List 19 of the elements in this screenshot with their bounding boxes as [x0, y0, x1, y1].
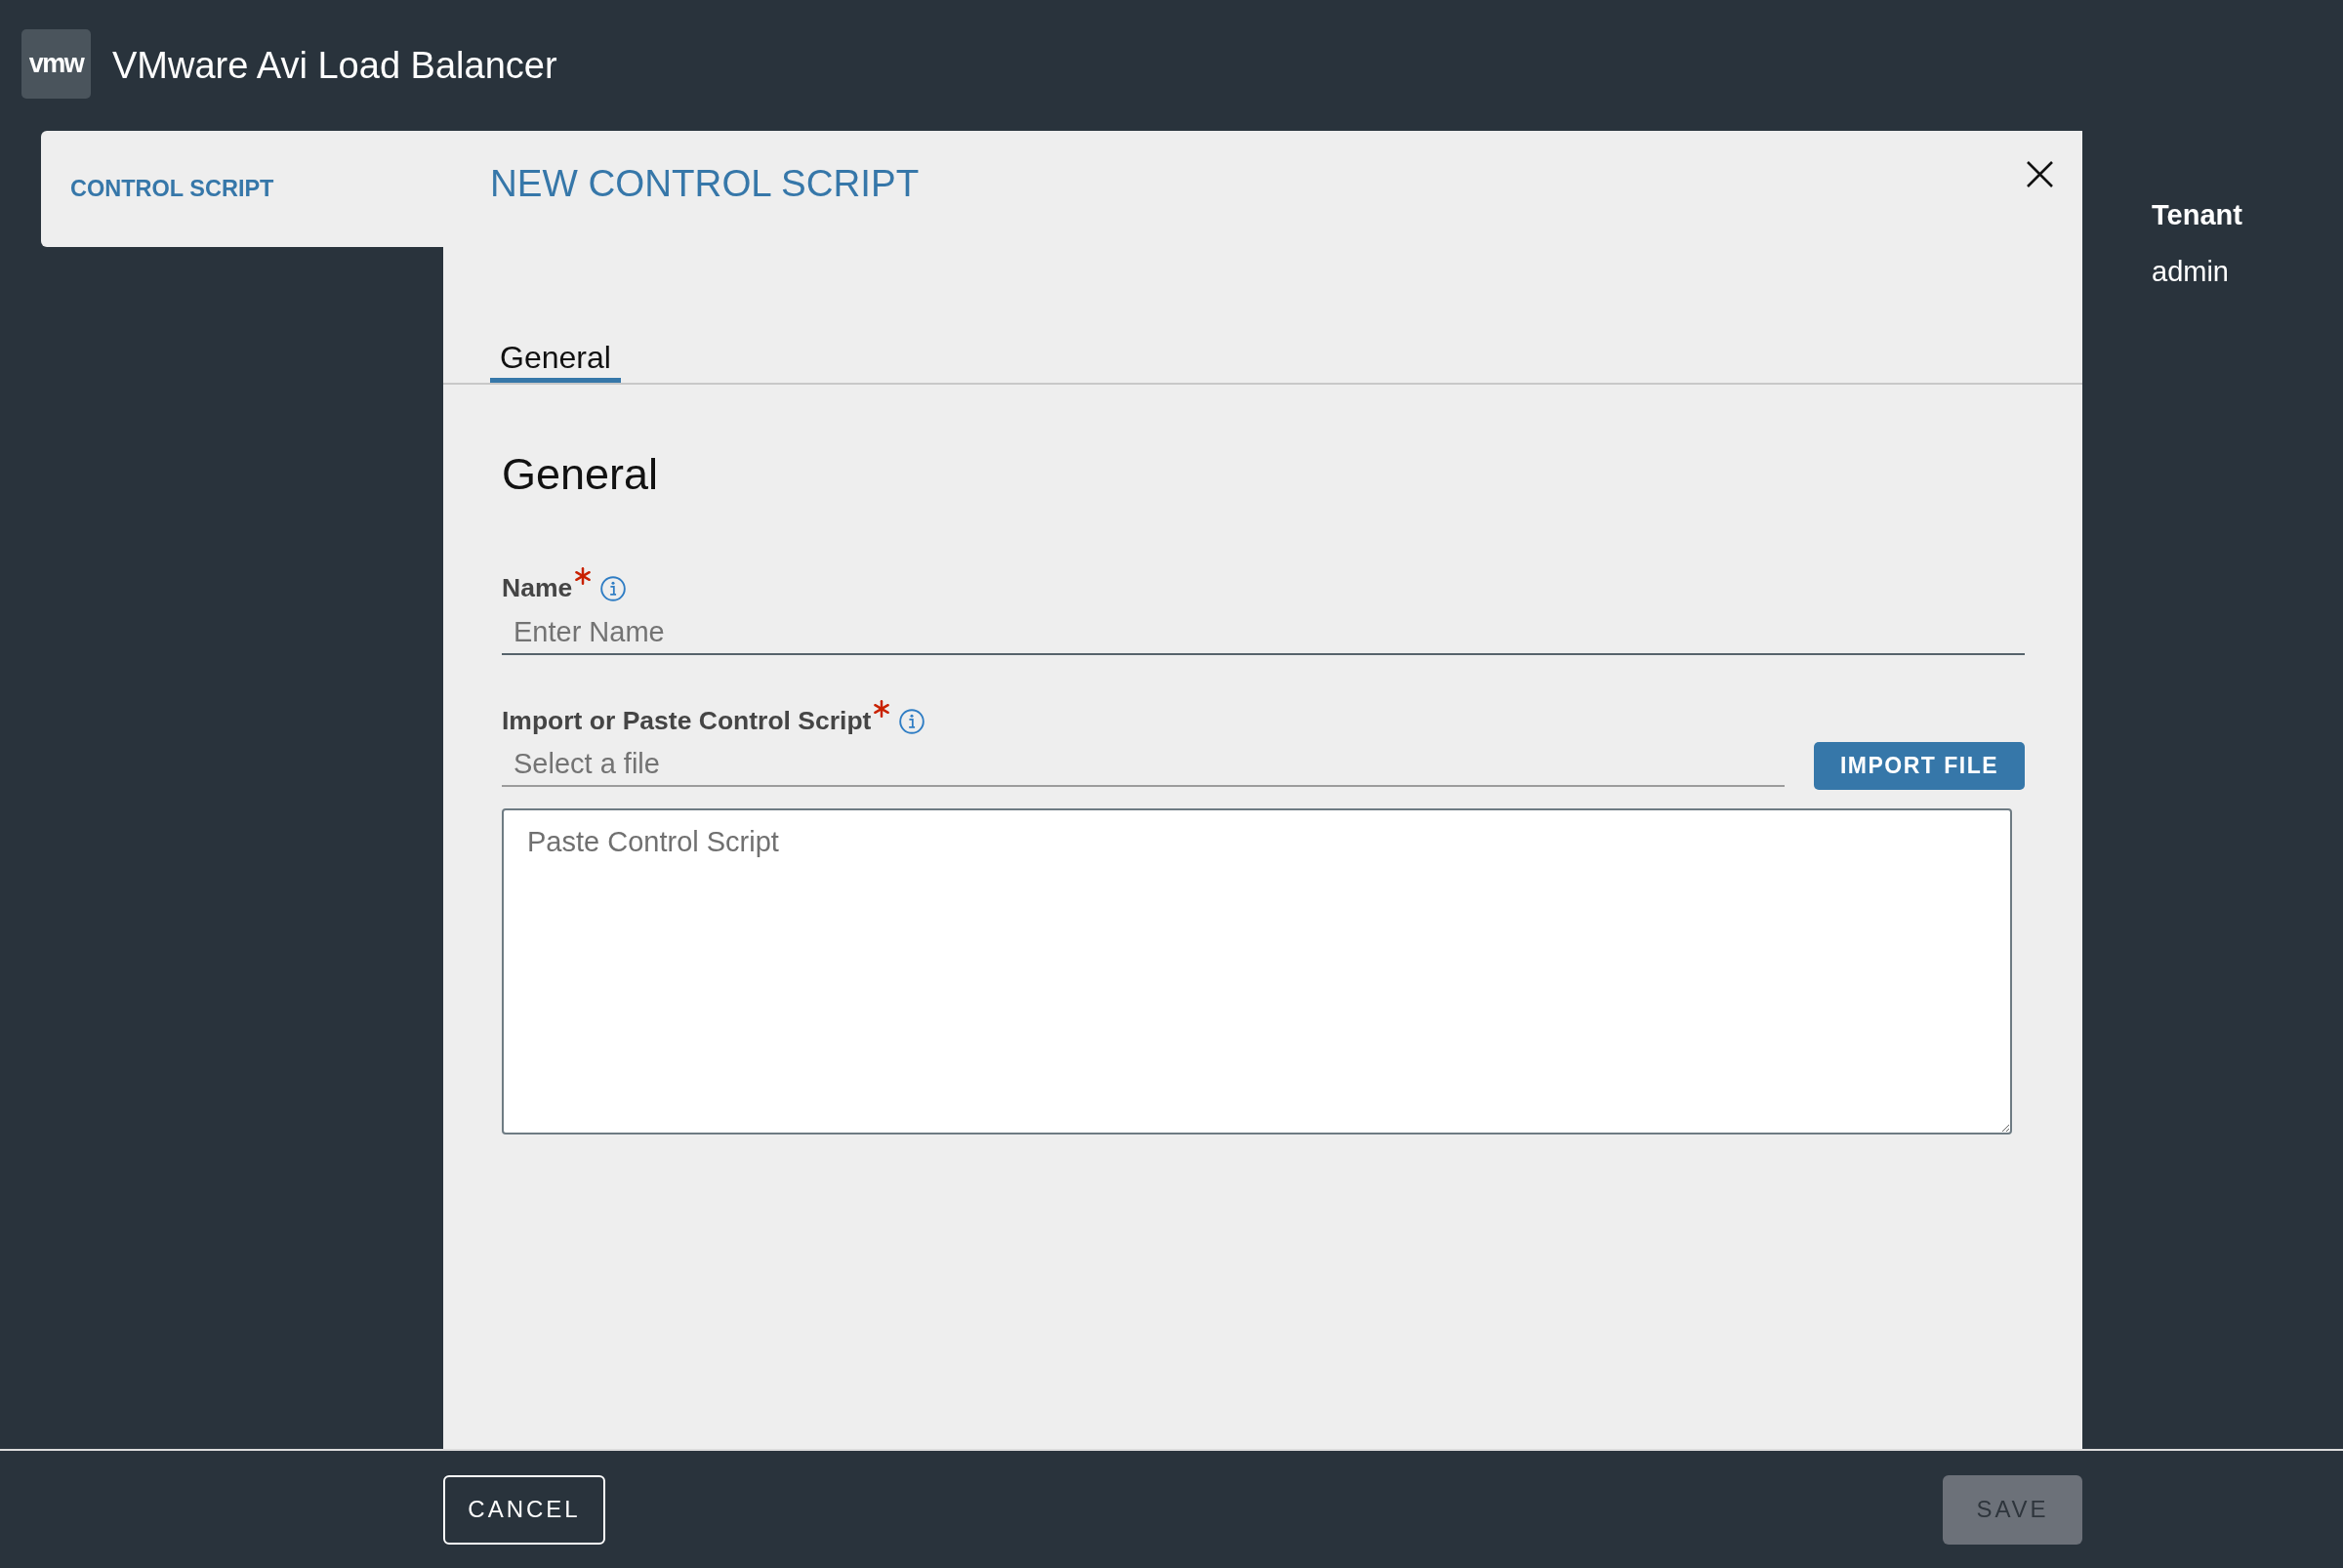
close-button[interactable] — [2027, 161, 2053, 187]
tab[interactable]: General — [490, 341, 621, 383]
info-icon[interactable] — [600, 576, 627, 601]
field-label: Import or Paste Control Script — [502, 706, 872, 735]
tenant-value[interactable]: admin — [2152, 256, 2229, 287]
section-title: General — [502, 449, 659, 500]
info-icon[interactable] — [899, 709, 925, 734]
tenant-label: Tenant — [2152, 199, 2242, 230]
breadcrumb-tab[interactable]: CONTROL SCRIPT — [41, 131, 443, 247]
close-icon — [2027, 161, 2053, 187]
modal-title: NEW CONTROL SCRIPT — [490, 161, 920, 206]
app-title: VMware Avi Load Balancer — [112, 44, 557, 87]
script-textarea[interactable]: Paste Control Script — [502, 808, 2012, 1135]
name-input[interactable]: Enter Name — [502, 610, 2025, 655]
file-input[interactable]: Select a file — [502, 742, 1785, 787]
import-file-button[interactable]: IMPORT FILE — [1814, 742, 2025, 790]
cancel-button[interactable]: CANCEL — [443, 1474, 605, 1545]
field-label: Name — [502, 573, 573, 602]
logo: vmw — [21, 29, 91, 99]
